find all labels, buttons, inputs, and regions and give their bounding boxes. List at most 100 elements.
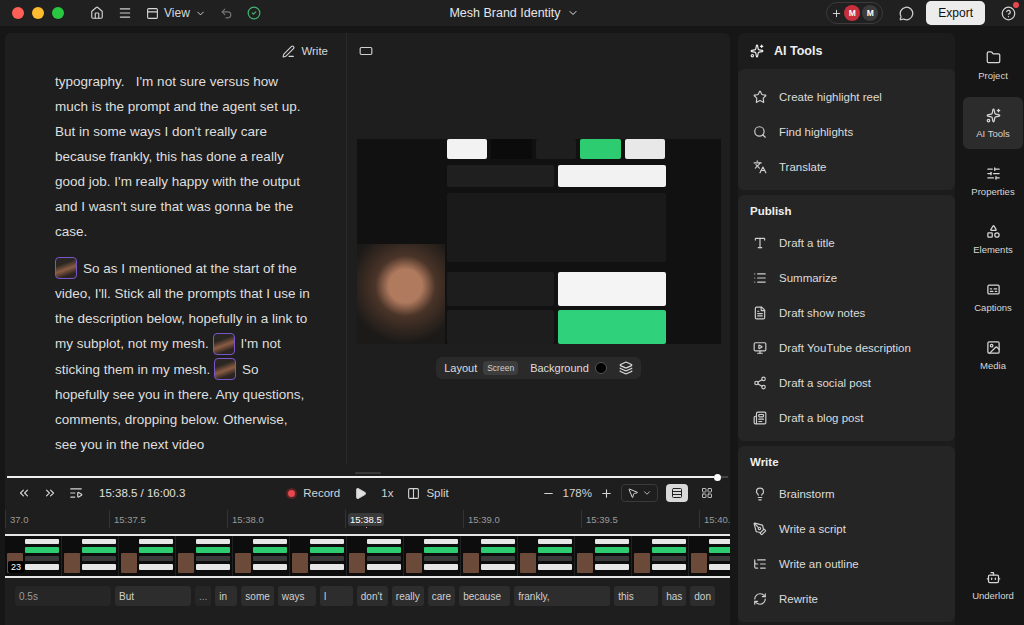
title-bar: View Mesh Brand Identity MM Export xyxy=(0,0,1024,26)
chevron-down-icon xyxy=(195,8,206,19)
word-chip[interactable]: don't xyxy=(357,586,388,606)
close-button[interactable] xyxy=(12,7,24,19)
thumb-bar xyxy=(82,556,116,561)
split-icon xyxy=(407,487,420,500)
script-text[interactable]: typography. I'm not sure versus how much… xyxy=(55,74,304,239)
ruler-label: 15:38.0 xyxy=(230,513,266,526)
home-icon[interactable] xyxy=(90,6,104,20)
view-mode-toggle[interactable] xyxy=(696,484,718,502)
ai-tool-item[interactable]: Draft a social post xyxy=(738,365,955,400)
aspect-ratio-icon[interactable] xyxy=(359,44,373,58)
rail-item[interactable]: Elements xyxy=(963,213,1023,265)
gap-chip[interactable]: 0.5s xyxy=(15,586,111,606)
maximize-button[interactable] xyxy=(52,7,64,19)
ai-tool-item[interactable]: Write a script xyxy=(738,511,955,546)
write-button[interactable]: Write xyxy=(282,45,328,58)
ai-tool-item[interactable]: Find highlights xyxy=(738,114,955,149)
ai-tool-item[interactable]: Translate xyxy=(738,149,955,184)
rail-item[interactable]: Captions xyxy=(963,271,1023,323)
ai-tool-item[interactable]: Write an outline xyxy=(738,546,955,581)
layout-button[interactable]: LayoutScreen xyxy=(444,361,518,375)
preview-header xyxy=(347,33,730,69)
ai-tool-item[interactable]: Draft show notes xyxy=(738,295,955,330)
zoom-in-icon[interactable] xyxy=(600,487,613,500)
ai-tool-label: Find highlights xyxy=(779,126,853,138)
skip-forward-icon[interactable] xyxy=(43,486,57,500)
menu-icon[interactable] xyxy=(118,6,132,20)
speaker-avatar[interactable] xyxy=(55,257,77,279)
video-clip[interactable]: 23 xyxy=(5,534,730,578)
word-chip[interactable]: But xyxy=(115,586,191,606)
layers-icon[interactable] xyxy=(619,361,633,375)
word-chip[interactable]: this xyxy=(614,586,658,606)
thumb-bar xyxy=(82,539,116,544)
swatch xyxy=(447,139,488,159)
rail-item[interactable]: Properties xyxy=(963,155,1023,207)
speed-button[interactable]: 1x xyxy=(381,487,393,499)
word-chip[interactable]: really xyxy=(392,586,424,606)
rail-item[interactable]: AI Tools xyxy=(963,97,1023,149)
rail-item[interactable]: Project xyxy=(963,39,1023,91)
skip-back-icon[interactable] xyxy=(17,486,31,500)
word-chip[interactable]: I xyxy=(320,586,353,606)
ai-tool-label: Draft a social post xyxy=(779,377,871,389)
chapters-icon[interactable] xyxy=(69,486,83,500)
timeline-scrollbar[interactable] xyxy=(5,474,730,480)
gap-chip[interactable]: ... xyxy=(195,586,211,606)
ai-tool-item[interactable]: Rewrite xyxy=(738,581,955,616)
word-chip[interactable]: because xyxy=(459,586,510,606)
word-chip[interactable]: has xyxy=(662,586,686,606)
help-button[interactable] xyxy=(1001,6,1016,21)
scrollbar-knob[interactable] xyxy=(714,474,721,481)
export-button[interactable]: Export xyxy=(926,1,985,25)
ai-tool-item[interactable]: Brainstorm xyxy=(738,476,955,511)
split-button[interactable]: Split xyxy=(407,487,448,500)
minimize-button[interactable] xyxy=(32,7,44,19)
thumb-content xyxy=(196,539,230,573)
zoom-out-icon[interactable] xyxy=(542,487,555,500)
summary-icon xyxy=(753,271,767,285)
thumb-bar xyxy=(481,539,515,544)
add-collaborator-icon[interactable] xyxy=(831,8,842,19)
playhead[interactable] xyxy=(366,527,367,529)
thumb-bar xyxy=(481,556,515,561)
ai-tool-item[interactable]: Draft a blog post xyxy=(738,400,955,435)
word-chip[interactable]: frankly, xyxy=(514,586,610,606)
collaborator-avatar[interactable]: M xyxy=(844,5,860,21)
resize-handle[interactable] xyxy=(355,472,381,474)
word-chip[interactable]: some xyxy=(241,586,273,606)
notes-icon xyxy=(753,306,767,320)
time-ruler[interactable]: 37.015:37.515:38.015:38.515:39.015:39.51… xyxy=(5,510,730,528)
speaker-avatar[interactable] xyxy=(214,358,236,380)
view-menu[interactable]: View xyxy=(146,6,206,20)
swatch-row xyxy=(447,165,666,187)
thumb-bar xyxy=(424,547,458,553)
comments-icon[interactable] xyxy=(899,6,914,21)
word-chip[interactable]: don xyxy=(690,586,715,606)
preview-column: LayoutScreen Background xyxy=(347,33,730,464)
undo-icon[interactable] xyxy=(220,7,233,20)
ai-tool-item[interactable]: Create highlight reel xyxy=(738,79,955,114)
ai-tool-item[interactable]: Draft a title xyxy=(738,225,955,260)
background-button[interactable]: Background xyxy=(530,362,607,374)
collaborator-avatar[interactable]: M xyxy=(862,5,878,21)
rail-item[interactable]: Underlord xyxy=(963,559,1023,611)
record-button[interactable]: Record xyxy=(286,487,340,499)
view-mode-toggle[interactable] xyxy=(666,484,688,502)
play-icon[interactable] xyxy=(354,487,367,500)
script-editor[interactable]: typography. I'm not sure versus how much… xyxy=(5,69,346,464)
word-chip[interactable]: ways xyxy=(278,586,316,606)
ai-tool-item[interactable]: Draft YouTube description xyxy=(738,330,955,365)
thumb-bar xyxy=(82,547,116,553)
thumb-bar xyxy=(595,547,629,553)
word-chip[interactable]: in xyxy=(215,586,237,606)
speaker-avatar[interactable] xyxy=(213,333,235,355)
collaborators[interactable]: MM xyxy=(826,2,883,24)
thumb-content xyxy=(253,539,287,573)
word-chip[interactable]: care xyxy=(428,586,455,606)
rail-item[interactable]: Media xyxy=(963,329,1023,381)
ai-tool-item[interactable]: Summarize xyxy=(738,260,955,295)
project-title[interactable]: Mesh Brand Identity xyxy=(449,6,578,20)
tool-select[interactable] xyxy=(621,484,658,502)
thumb-bar xyxy=(367,547,401,553)
